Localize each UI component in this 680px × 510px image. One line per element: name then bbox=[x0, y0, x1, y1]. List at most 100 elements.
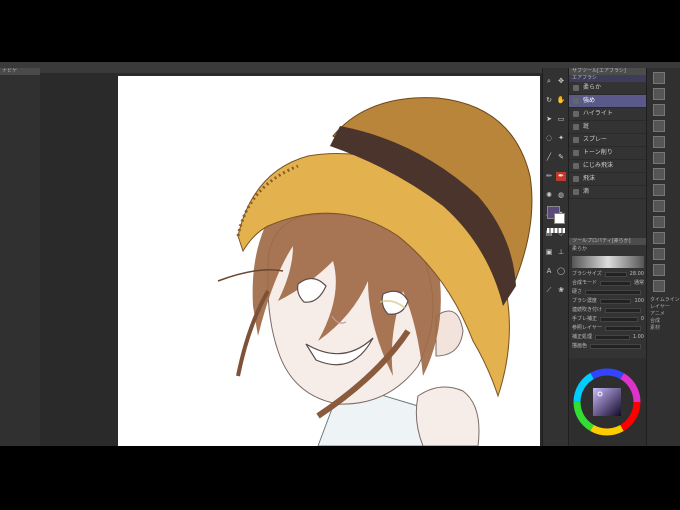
subtool-item[interactable]: 飛沫 bbox=[569, 173, 647, 186]
tool-property-header: ツールプロパティ[柔らか] bbox=[569, 238, 647, 245]
move-tool-icon[interactable]: ✥ bbox=[556, 77, 566, 86]
property-slider[interactable] bbox=[600, 317, 638, 322]
property-label: 参照レイヤー bbox=[572, 325, 602, 331]
property-value: 28.00 bbox=[629, 271, 644, 277]
canvas-tab-bar[interactable] bbox=[40, 68, 542, 73]
property-label: 手ブレ補正 bbox=[572, 316, 598, 322]
text-tool-icon[interactable]: A bbox=[544, 267, 554, 276]
right-dock-icons: タイムライン レイヤー アニメ 合成 素材 bbox=[647, 72, 680, 331]
dock-panel-label[interactable]: アニメ bbox=[647, 310, 680, 317]
airbrush-tool-icon[interactable]: ✺ bbox=[544, 191, 554, 200]
property-label: 補正処理 bbox=[572, 334, 593, 340]
dock-panel-label[interactable]: 合成 bbox=[647, 317, 680, 324]
property-row[interactable]: 参照レイヤー bbox=[569, 324, 647, 333]
saturation-value-square[interactable] bbox=[593, 388, 621, 416]
property-slider[interactable] bbox=[600, 281, 631, 286]
dock-panel-icon[interactable] bbox=[653, 264, 665, 276]
color-wheel[interactable] bbox=[569, 358, 647, 446]
subtool-group-tab[interactable]: エアブラシ bbox=[569, 75, 647, 82]
color-wheel-panel bbox=[569, 358, 647, 446]
brush-tool-icon[interactable]: ✒ bbox=[556, 172, 566, 181]
property-value: 100 bbox=[634, 298, 644, 304]
tool-property-panel: ツールプロパティ[柔らか] 柔らか ブラシサイズ 28.00 合成モード 通常 硬さ ブラ… bbox=[569, 238, 647, 351]
property-label: 合成モード bbox=[572, 280, 598, 286]
property-label: 描画色 bbox=[572, 343, 588, 349]
dock-panel-label[interactable]: レイヤー bbox=[647, 303, 680, 310]
subtool-panel-header: サブツール[エアブラシ] bbox=[569, 68, 647, 75]
frame-tool-icon[interactable]: ▣ bbox=[544, 248, 554, 257]
line-fix-tool-icon[interactable]: ⟋ bbox=[544, 286, 554, 295]
app-window: ナビゲ ⌕ ✥↻ ✋➤ ▭◌ ✦╱ ✎✏ ✒✺ ◍▤ ◇▣ ⊥A ◯⟋ ❀ サブ… bbox=[0, 62, 680, 446]
dock-panel-icon[interactable] bbox=[653, 120, 665, 132]
property-value: 1.00 bbox=[632, 334, 644, 340]
dock-panel-icon[interactable] bbox=[653, 216, 665, 228]
subtool-list: 柔らか 強め ハイライト斑スプレー トーン削り にじみ飛沫 飛沫滴 bbox=[569, 82, 647, 199]
property-rows: ブラシサイズ 28.00 合成モード 通常 硬さブラシ濃度 100 連続吹き付け手ブレ補正 0… bbox=[569, 270, 647, 351]
property-slider[interactable] bbox=[599, 299, 632, 304]
canvas-area[interactable] bbox=[40, 68, 542, 446]
subtool-item[interactable]: ハイライト bbox=[569, 108, 647, 121]
subtool-item[interactable]: 斑 bbox=[569, 121, 647, 134]
dock-panel-icon[interactable] bbox=[653, 104, 665, 116]
dock-panel-icon[interactable] bbox=[653, 184, 665, 196]
property-row[interactable]: 硬さ bbox=[569, 288, 647, 297]
property-slider[interactable] bbox=[605, 308, 641, 313]
property-row[interactable]: 補正処理 1.00 bbox=[569, 333, 647, 342]
subtool-item[interactable]: 滴 bbox=[569, 186, 647, 199]
property-row[interactable]: 連続吹き付け bbox=[569, 306, 647, 315]
transparent-color-swatch[interactable] bbox=[547, 228, 565, 233]
pen-tool-icon[interactable]: ✎ bbox=[556, 153, 566, 162]
artwork-illustration bbox=[217, 97, 533, 446]
subtool-panel: サブツール[エアブラシ] エアブラシ 柔らか 強め ハイライト斑スプレー トーン削りに… bbox=[568, 68, 647, 446]
balloon-tool-icon[interactable]: ◯ bbox=[556, 267, 566, 276]
dock-panel-icon[interactable] bbox=[653, 72, 665, 84]
subtool-item[interactable]: スプレー bbox=[569, 134, 647, 147]
dock-panel-icon[interactable] bbox=[653, 168, 665, 180]
subtool-item[interactable]: にじみ飛沫 bbox=[569, 160, 647, 173]
dock-panel-label[interactable]: タイムライン bbox=[647, 296, 680, 303]
pointer-tool-icon[interactable]: ➤ bbox=[544, 115, 554, 124]
property-label: ブラシサイズ bbox=[572, 271, 602, 277]
property-row[interactable]: ブラシサイズ 28.00 bbox=[569, 270, 647, 279]
rotate-tool-icon[interactable]: ↻ bbox=[544, 96, 554, 105]
property-slider[interactable] bbox=[604, 272, 627, 277]
dock-panel-icon[interactable] bbox=[653, 136, 665, 148]
property-row[interactable]: ブラシ濃度 100 bbox=[569, 297, 647, 306]
subtool-item[interactable]: トーン削り bbox=[569, 147, 647, 160]
property-slider[interactable] bbox=[585, 290, 641, 295]
property-row[interactable]: 描画色 bbox=[569, 342, 647, 351]
dock-panel-icon[interactable] bbox=[653, 248, 665, 260]
lasso-tool-icon[interactable]: ◌ bbox=[544, 134, 554, 143]
tool-palette: ⌕✥↻✋➤▭◌✦╱✎✏✒✺◍▱◆▤◇▣⊥A◯⟋❀ bbox=[542, 68, 569, 446]
property-row[interactable]: 手ブレ補正 0 bbox=[569, 315, 647, 324]
dock-panel-icon[interactable] bbox=[653, 200, 665, 212]
property-row[interactable]: 合成モード 通常 bbox=[569, 279, 647, 288]
property-label: ブラシ濃度 bbox=[572, 298, 597, 304]
property-label: 硬さ bbox=[572, 289, 583, 295]
dock-panel-icon[interactable] bbox=[653, 88, 665, 100]
decoration-tool-icon[interactable]: ❀ bbox=[556, 286, 566, 295]
hand-tool-icon[interactable]: ✋ bbox=[556, 96, 566, 105]
brush-name: 柔らか bbox=[569, 245, 647, 254]
blend-tool-icon[interactable]: ◍ bbox=[556, 191, 566, 200]
dock-panel-label[interactable]: 素材 bbox=[647, 324, 680, 331]
dock-panel-icon[interactable] bbox=[653, 152, 665, 164]
dock-panel-icon[interactable] bbox=[653, 280, 665, 292]
subtool-item[interactable]: 強め bbox=[569, 95, 647, 108]
drawing-canvas[interactable] bbox=[118, 76, 540, 446]
property-label: 連続吹き付け bbox=[572, 307, 603, 313]
pencil-tool-icon[interactable]: ✏ bbox=[544, 172, 554, 181]
eyedropper-tool-icon[interactable]: ╱ bbox=[544, 153, 554, 162]
property-slider[interactable] bbox=[590, 344, 641, 349]
ruler-tool-icon[interactable]: ⊥ bbox=[556, 248, 566, 257]
dock-panel-icon[interactable] bbox=[653, 232, 665, 244]
sub-color-swatch[interactable] bbox=[554, 213, 565, 224]
wand-tool-icon[interactable]: ✦ bbox=[556, 134, 566, 143]
property-slider[interactable] bbox=[595, 335, 630, 340]
zoom-tool-icon[interactable]: ⌕ bbox=[544, 77, 554, 86]
navigator-tab[interactable]: ナビゲ bbox=[0, 68, 40, 75]
right-dock-panel: タイムライン レイヤー アニメ 合成 素材 bbox=[646, 68, 680, 446]
select-tool-icon[interactable]: ▭ bbox=[556, 115, 566, 124]
subtool-item[interactable]: 柔らか bbox=[569, 82, 647, 95]
property-slider[interactable] bbox=[604, 326, 641, 331]
